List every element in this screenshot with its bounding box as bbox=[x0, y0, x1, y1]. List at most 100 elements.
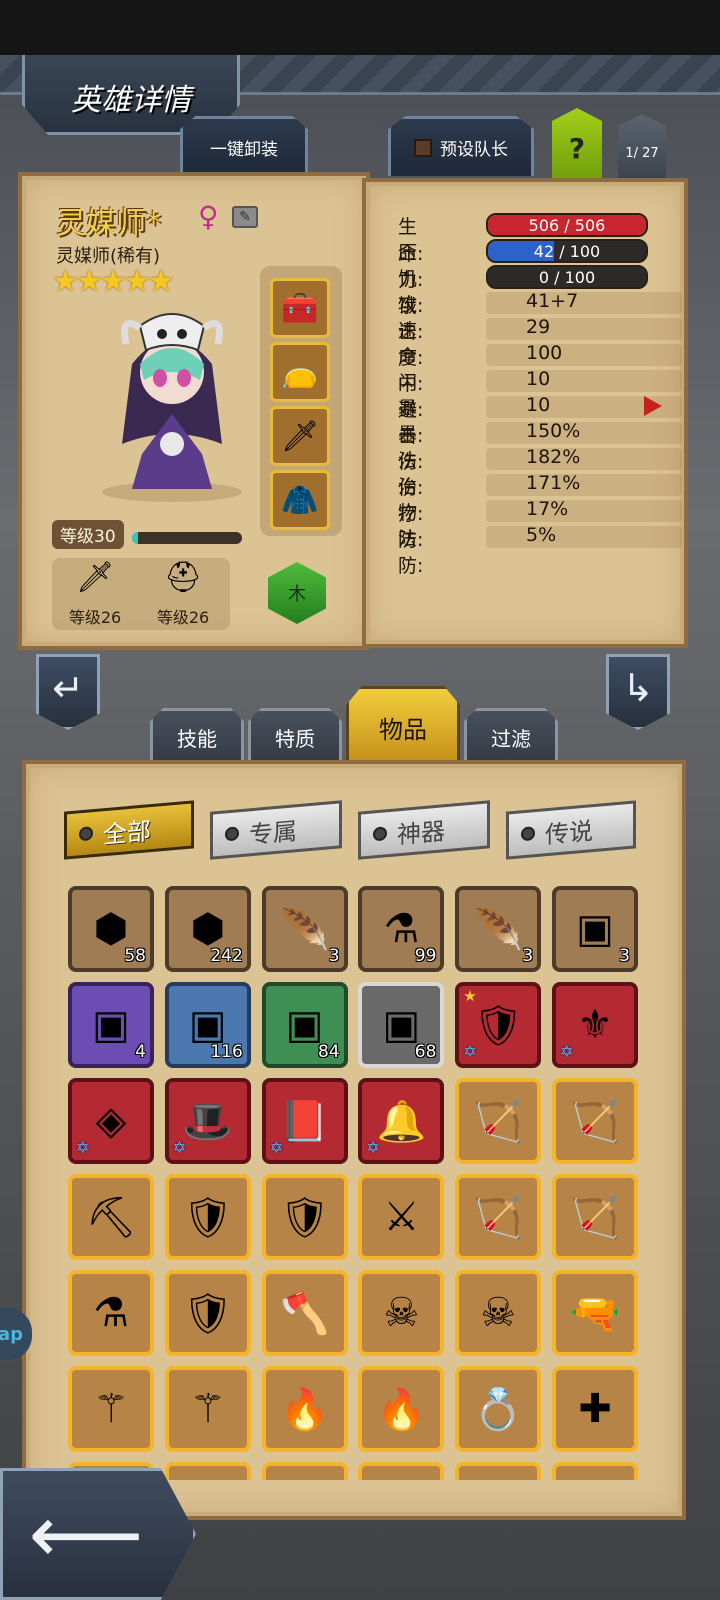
inventory-item[interactable]: ⬢ 242 bbox=[164, 886, 251, 972]
tab-traits[interactable]: 特质 bbox=[248, 708, 342, 764]
more-stats-arrow-icon[interactable] bbox=[644, 396, 662, 416]
inventory-item[interactable]: ⚔ bbox=[358, 1174, 445, 1260]
hero-page-counter[interactable]: 1/ 27 bbox=[618, 114, 666, 180]
page-counter-label: 1/ 27 bbox=[625, 145, 659, 161]
blue-staff-icon: ⚚ bbox=[189, 1386, 226, 1432]
item-count: 3 bbox=[619, 946, 630, 966]
inventory-item[interactable]: ⛏ bbox=[68, 1174, 154, 1260]
inventory-item[interactable]: 🔫 bbox=[552, 1270, 638, 1356]
inventory-item[interactable]: 🪶 3 bbox=[261, 886, 348, 972]
stat-value: 10 bbox=[526, 394, 551, 416]
unequip-all-button[interactable]: 一键卸装 bbox=[180, 116, 308, 176]
inventory-item[interactable]: 📕 ✡ bbox=[261, 1078, 348, 1164]
hero-portrait[interactable] bbox=[82, 294, 262, 504]
crossed-swords-icon: ⚔ bbox=[383, 1194, 420, 1240]
inventory-item[interactable]: 🏹 bbox=[552, 1078, 638, 1164]
stat-value: 10 bbox=[526, 368, 551, 390]
weapon-gear[interactable]: 🗡 等级26 bbox=[52, 558, 138, 630]
item-count: 116 bbox=[210, 1042, 243, 1062]
stress-value: 42 / 100 bbox=[533, 242, 601, 261]
inventory-item[interactable]: ◈ ✡ bbox=[68, 1078, 154, 1164]
amulet-icon: ◈ bbox=[95, 1098, 127, 1144]
inventory-item[interactable]: 🏹 bbox=[455, 1078, 542, 1164]
tab-items[interactable]: 物品 bbox=[346, 686, 460, 766]
inventory-item[interactable]: ☠ bbox=[455, 1270, 542, 1356]
skull-cape-icon: ☠ bbox=[480, 1290, 517, 1336]
inventory-item[interactable]: ☠ bbox=[358, 1270, 445, 1356]
bow-icon: 🏹 bbox=[473, 1194, 524, 1241]
rifle-icon: 🔫 bbox=[570, 1290, 620, 1337]
crossbow-icon: 🏹 bbox=[473, 1098, 524, 1145]
inventory-item[interactable]: ▣ 3 bbox=[552, 886, 638, 972]
inventory-item[interactable]: 🪶 3 bbox=[455, 886, 542, 972]
golden-feather-icon: 🪶 bbox=[279, 906, 330, 953]
inventory-item[interactable]: ⚚ bbox=[164, 1366, 251, 1452]
inventory-item[interactable]: ⚚ bbox=[68, 1366, 154, 1452]
treasure-chest-icon[interactable]: 🧰 bbox=[270, 278, 330, 338]
inventory-item[interactable]: ▣ 84 bbox=[261, 982, 348, 1068]
filter-label: 全部 bbox=[103, 816, 151, 849]
armor-gear[interactable]: ⛑ 等级26 bbox=[140, 558, 226, 630]
item-count: 99 bbox=[414, 946, 437, 966]
inventory-item[interactable]: 🎩 ✡ bbox=[164, 1078, 251, 1164]
inventory-item[interactable]: 🔥 bbox=[358, 1366, 445, 1452]
element-badge[interactable]: 木 bbox=[268, 562, 326, 624]
inventory-item[interactable]: ⬢ 58 bbox=[68, 886, 154, 972]
inventory-item[interactable]: ✚ bbox=[552, 1366, 638, 1452]
preset-leader-toggle[interactable]: 预设队长 bbox=[388, 116, 534, 176]
rename-edit-icon[interactable]: ✎ bbox=[232, 206, 258, 228]
help-label: ? bbox=[568, 131, 586, 165]
inventory-item[interactable]: 🛡 ✡ ★ bbox=[455, 982, 542, 1068]
radio-dot-icon bbox=[373, 826, 387, 842]
helmet-icon: ⛑ bbox=[163, 560, 203, 595]
inventory-item[interactable]: 🪓 bbox=[261, 1270, 348, 1356]
inventory-item[interactable]: ⚗ bbox=[68, 1270, 154, 1356]
inventory-item[interactable] bbox=[261, 1462, 348, 1480]
inventory-item[interactable]: 🏹 bbox=[552, 1174, 638, 1260]
inventory-item[interactable]: ▣ 68 bbox=[358, 982, 445, 1068]
forward-arrow-icon: ↳ bbox=[622, 666, 654, 710]
inventory-item[interactable]: 🛡 bbox=[261, 1174, 348, 1260]
chest-armor-icon: 🛡 bbox=[182, 1290, 234, 1337]
inventory-item[interactable]: 🏹 bbox=[455, 1174, 542, 1260]
inventory-item[interactable]: 🔔 ✡ bbox=[358, 1078, 445, 1164]
inventory-item[interactable]: ⚜ ✡ bbox=[552, 982, 638, 1068]
hood-icon[interactable]: 🧥 bbox=[270, 470, 330, 530]
help-button[interactable]: ? bbox=[552, 108, 602, 180]
inventory-item[interactable]: 🛡 bbox=[164, 1174, 251, 1260]
inventory-item[interactable]: ▣ 4 bbox=[68, 982, 154, 1068]
weapon-level: 等级26 bbox=[68, 608, 122, 627]
radio-dot-icon bbox=[79, 826, 93, 842]
stat-value: 41+7 bbox=[526, 290, 579, 312]
dark-bow-icon: 🏹 bbox=[570, 1194, 620, 1241]
inventory-item[interactable] bbox=[552, 1462, 638, 1480]
sword-icon[interactable]: 🗡 bbox=[270, 406, 330, 466]
inventory-item[interactable]: 🛡 bbox=[164, 1270, 251, 1356]
potion-pouch-icon[interactable]: 👝 bbox=[270, 342, 330, 402]
flame-staff-icon: 🔥 bbox=[279, 1386, 330, 1433]
stat-value: 100 bbox=[526, 342, 563, 364]
leader-checkbox[interactable] bbox=[414, 138, 432, 157]
stat-value: 171% bbox=[526, 472, 581, 494]
back-button[interactable]: ⟵ bbox=[0, 1468, 196, 1600]
inventory-item[interactable]: 🔥 bbox=[261, 1366, 348, 1452]
set-star-icon: ✡ bbox=[76, 1138, 90, 1157]
tab-label: 物品 bbox=[379, 716, 427, 744]
inventory-item[interactable] bbox=[455, 1462, 542, 1480]
inventory-item[interactable] bbox=[164, 1462, 251, 1480]
tab-filter[interactable]: 过滤 bbox=[464, 708, 558, 764]
inventory-item[interactable]: 💍 bbox=[455, 1366, 542, 1452]
inventory-item[interactable] bbox=[358, 1462, 445, 1480]
item-count: 58 bbox=[124, 946, 146, 966]
xp-bar bbox=[132, 532, 242, 544]
radio-dot-icon bbox=[225, 826, 239, 842]
inventory-item[interactable]: ⚗ 99 bbox=[358, 886, 445, 972]
hunger-bar: 0 / 100 bbox=[486, 265, 648, 289]
hero-name: 灵媒师* bbox=[56, 206, 161, 241]
item-count: 3 bbox=[328, 946, 340, 966]
hp-value: 506 / 506 bbox=[528, 216, 606, 235]
tab-skills[interactable]: 技能 bbox=[150, 708, 244, 764]
inventory-item[interactable]: ▣ 116 bbox=[164, 982, 251, 1068]
hp-bar: 506 / 506 bbox=[486, 213, 648, 237]
stress-bar: 42 / 100 bbox=[486, 239, 648, 263]
